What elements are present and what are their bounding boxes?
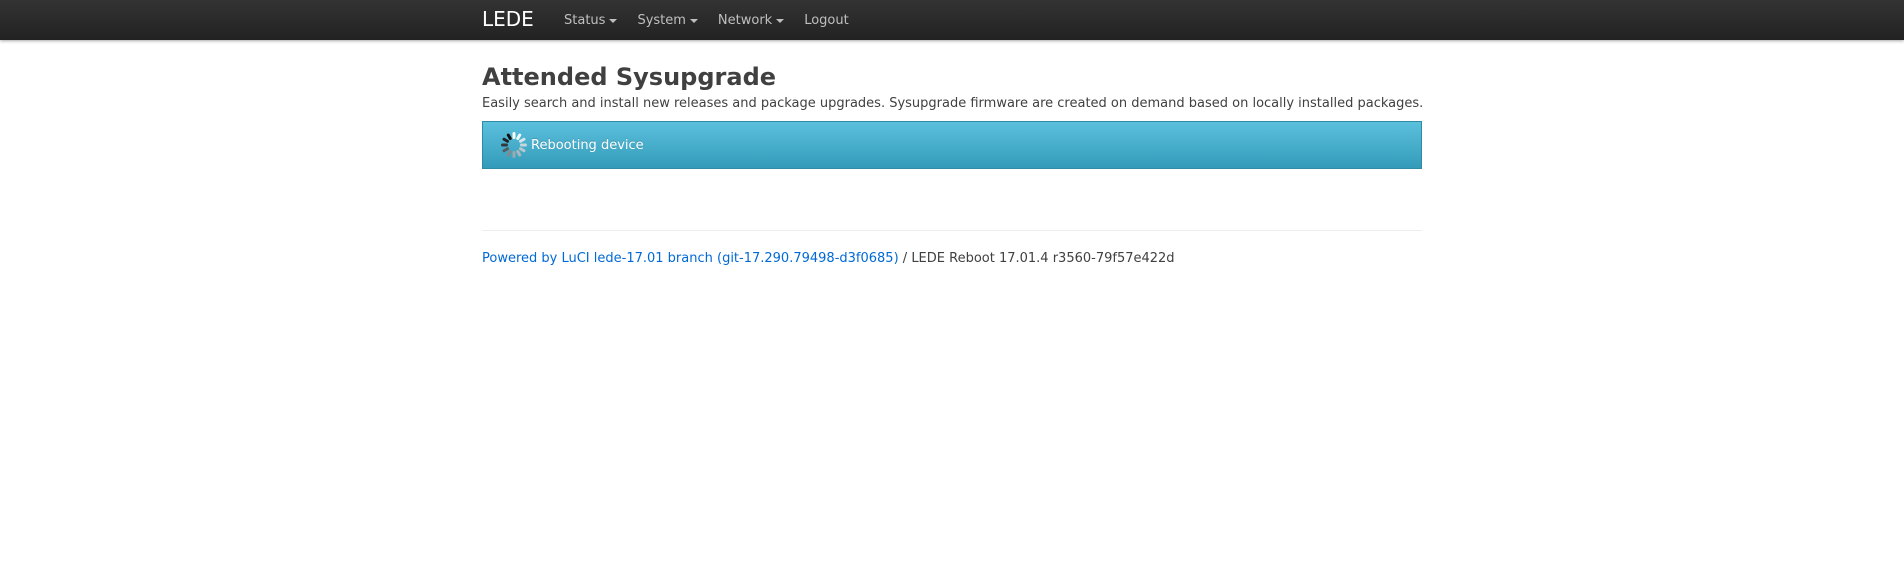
nav-item-system[interactable]: System: [637, 12, 698, 28]
top-navbar: LEDE Status System Network Logout: [0, 0, 1904, 40]
footer-separator: /: [898, 251, 912, 266]
nav-item-network[interactable]: Network: [717, 12, 785, 28]
nav-item-label: Network: [717, 12, 773, 28]
caret-down-icon: [689, 18, 698, 23]
status-alert: Rebooting device: [482, 121, 1422, 169]
nav-item-logout[interactable]: Logout: [804, 13, 849, 28]
main-nav: Status System Network Logout: [564, 0, 869, 40]
page-description: Easily search and install new releases a…: [482, 96, 1424, 111]
page-title: Attended Sysupgrade: [482, 63, 777, 91]
firmware-version: LEDE Reboot 17.01.4 r3560-79f57e422d: [911, 251, 1175, 266]
caret-down-icon: [609, 18, 618, 23]
brand-link[interactable]: LEDE: [482, 7, 534, 31]
footer-divider: [482, 230, 1422, 231]
footer: Powered by LuCI lede-17.01 branch (git-1…: [482, 251, 1175, 266]
nav-item-status[interactable]: Status: [564, 12, 618, 28]
caret-down-icon: [776, 18, 785, 23]
nav-item-label: Logout: [804, 12, 849, 28]
nav-item-label: Status: [564, 12, 606, 28]
luci-version-link[interactable]: Powered by LuCI lede-17.01 branch (git-1…: [482, 251, 899, 266]
nav-item-label: System: [637, 12, 686, 28]
alert-message: Rebooting device: [531, 137, 644, 153]
spinner-icon: [499, 130, 529, 160]
